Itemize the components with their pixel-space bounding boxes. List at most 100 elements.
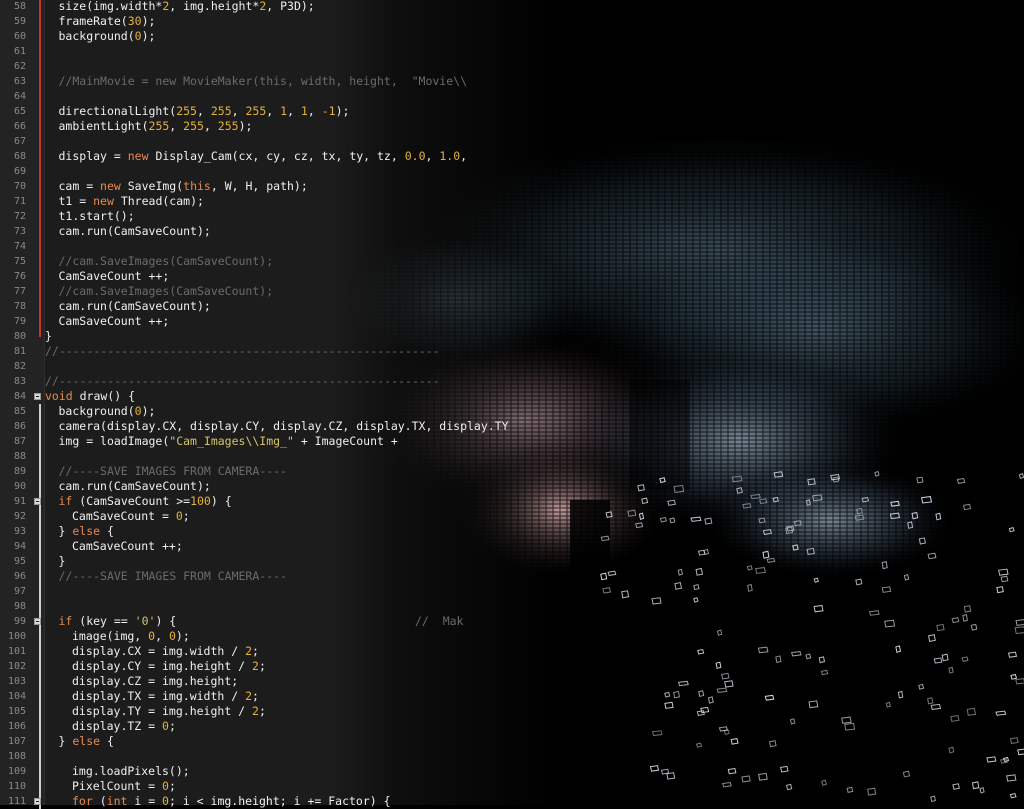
- code-token: ) {: [155, 614, 177, 628]
- code-token: "Cam_Images\\Img_": [169, 434, 294, 448]
- code-line[interactable]: 93} else {: [0, 524, 1024, 539]
- code-token: if: [58, 494, 73, 508]
- code-line[interactable]: 58 size(img.width*2, img.height*2, P3D);: [0, 0, 1024, 14]
- code-token: ,: [155, 629, 169, 643]
- change-marker: [39, 434, 41, 449]
- line-number: 88: [13, 451, 26, 462]
- code-editor[interactable]: 58 size(img.width*2, img.height*2, P3D); 5…: [0, 0, 1024, 809]
- code-line[interactable]: 70 cam = new SaveImg(this, W, H, path);: [0, 179, 1024, 194]
- change-marker: [39, 704, 41, 719]
- code-token: -1: [321, 104, 336, 118]
- code-line[interactable]: 69: [0, 164, 1024, 179]
- code-line[interactable]: 107} else {: [0, 734, 1024, 749]
- code-token: 255: [183, 119, 204, 133]
- code-line[interactable]: 63 //MainMovie = new MovieMaker(this, wid…: [0, 74, 1024, 89]
- code-token: if: [58, 614, 73, 628]
- code-line[interactable]: 74: [0, 239, 1024, 254]
- code-text: img = loadImage("Cam_Images\\Img_" + Ima…: [59, 434, 405, 449]
- code-line[interactable]: 103 display.CZ = img.height;: [0, 674, 1024, 689]
- code-line[interactable]: 65 directionalLight(255, 255, 255, 1, 1, …: [0, 104, 1024, 119]
- change-marker: [39, 254, 41, 269]
- code-line[interactable]: 73 cam.run(CamSaveCount);: [0, 224, 1024, 239]
- code-line[interactable]: 92 CamSaveCount = 0;: [0, 509, 1024, 524]
- line-number: 81: [13, 346, 26, 357]
- code-line[interactable]: 99 if (key == '0') {// Mak: [0, 614, 1024, 629]
- code-line[interactable]: 84 void draw() {: [0, 389, 1024, 404]
- code-line[interactable]: 75 //cam.SaveImages(CamSaveCount);: [0, 254, 1024, 269]
- code-line[interactable]: 100 image(img, 0, 0);: [0, 629, 1024, 644]
- code-text: for (int i = 0; i < img.height; i += Fac…: [72, 794, 391, 809]
- fold-toggle-icon[interactable]: [34, 393, 41, 400]
- code-line[interactable]: 76 CamSaveCount ++;: [0, 269, 1024, 284]
- code-line[interactable]: 79 CamSaveCount ++;: [0, 314, 1024, 329]
- code-token: Thread(cam);: [113, 194, 204, 208]
- change-marker: [39, 509, 41, 524]
- code-line[interactable]: 111 for (int i = 0; i < img.height; i += …: [0, 794, 1024, 809]
- code-line[interactable]: 78 cam.run(CamSaveCount);: [0, 299, 1024, 314]
- code-line[interactable]: 83 //------------------------------------…: [0, 374, 1024, 389]
- line-number: 96: [13, 571, 26, 582]
- line-number: 103: [7, 676, 26, 687]
- code-token: ,: [287, 104, 301, 118]
- code-line[interactable]: 82: [0, 359, 1024, 374]
- code-line[interactable]: 97: [0, 584, 1024, 599]
- code-line[interactable]: 91 if (CamSaveCount >=100) {: [0, 494, 1024, 509]
- line-number: 90: [13, 481, 26, 492]
- code-line[interactable]: 80}: [0, 329, 1024, 344]
- fold-toggle-icon[interactable]: [34, 498, 41, 505]
- line-number: 75: [13, 256, 26, 267]
- change-marker: [39, 689, 41, 704]
- code-line[interactable]: 108: [0, 749, 1024, 764]
- code-line[interactable]: 105 display.TY = img.height / 2;: [0, 704, 1024, 719]
- code-line[interactable]: 62: [0, 59, 1024, 74]
- code-token: display.TY = img.height /: [72, 704, 253, 718]
- line-number: 83: [13, 376, 26, 387]
- code-line[interactable]: 68 display = new Display_Cam(cx, cy, cz, …: [0, 149, 1024, 164]
- line-number: 66: [13, 121, 26, 132]
- line-number: 87: [13, 436, 26, 447]
- code-line[interactable]: 96 //----SAVE IMAGES FROM CAMERA----: [0, 569, 1024, 584]
- change-marker: [39, 464, 41, 479]
- change-marker: [39, 14, 41, 29]
- code-line[interactable]: 90 cam.run(CamSaveCount);: [0, 479, 1024, 494]
- code-line[interactable]: 71 t1 = new Thread(cam);: [0, 194, 1024, 209]
- code-token: CamSaveCount =: [72, 509, 176, 523]
- change-marker: [39, 194, 41, 209]
- code-line[interactable]: 72 t1.start();: [0, 209, 1024, 224]
- code-line[interactable]: 95}: [0, 554, 1024, 569]
- code-token: display.CX = img.width /: [72, 644, 246, 658]
- code-token: 0: [168, 629, 176, 643]
- code-line[interactable]: 87 img = loadImage("Cam_Images\\Img_" + I…: [0, 434, 1024, 449]
- code-line[interactable]: 61: [0, 44, 1024, 59]
- code-line[interactable]: 64: [0, 89, 1024, 104]
- code-token: 1.0: [439, 149, 461, 163]
- fold-toggle-icon[interactable]: [34, 798, 41, 805]
- code-line[interactable]: 59 frameRate(30);: [0, 14, 1024, 29]
- code-line[interactable]: 101 display.CX = img.width / 2;: [0, 644, 1024, 659]
- line-number: 69: [13, 166, 26, 177]
- line-number: 111: [7, 796, 26, 807]
- code-line[interactable]: 81 //------------------------------------…: [0, 344, 1024, 359]
- code-line[interactable]: 66 ambientLight(255, 255, 255);: [0, 119, 1024, 134]
- code-line[interactable]: 88: [0, 449, 1024, 464]
- code-token: new: [100, 179, 121, 193]
- code-line[interactable]: 109 img.loadPixels();: [0, 764, 1024, 779]
- code-line[interactable]: 110 PixelCount = 0;: [0, 779, 1024, 794]
- code-line[interactable]: 94 CamSaveCount ++;: [0, 539, 1024, 554]
- code-line[interactable]: 67: [0, 134, 1024, 149]
- code-line[interactable]: 102 display.CY = img.height / 2;: [0, 659, 1024, 674]
- code-line[interactable]: 86 camera(display.CX, display.CY, display…: [0, 419, 1024, 434]
- code-token: //----SAVE IMAGES FROM CAMERA----: [58, 569, 287, 583]
- code-token: ;: [168, 719, 176, 733]
- code-line[interactable]: 98: [0, 599, 1024, 614]
- code-line[interactable]: 89 //----SAVE IMAGES FROM CAMERA----: [0, 464, 1024, 479]
- change-marker: [39, 329, 41, 337]
- code-token: '0': [134, 614, 156, 628]
- code-line[interactable]: 77 //cam.SaveImages(CamSaveCount);: [0, 284, 1024, 299]
- code-line[interactable]: 106 display.TZ = 0;: [0, 719, 1024, 734]
- code-lines[interactable]: 58 size(img.width*2, img.height*2, P3D); 5…: [0, 0, 1024, 809]
- code-line[interactable]: 85 background(0);: [0, 404, 1024, 419]
- code-line[interactable]: 60 background(0);: [0, 29, 1024, 44]
- code-line[interactable]: 104 display.TX = img.width / 2;: [0, 689, 1024, 704]
- fold-toggle-icon[interactable]: [34, 618, 41, 625]
